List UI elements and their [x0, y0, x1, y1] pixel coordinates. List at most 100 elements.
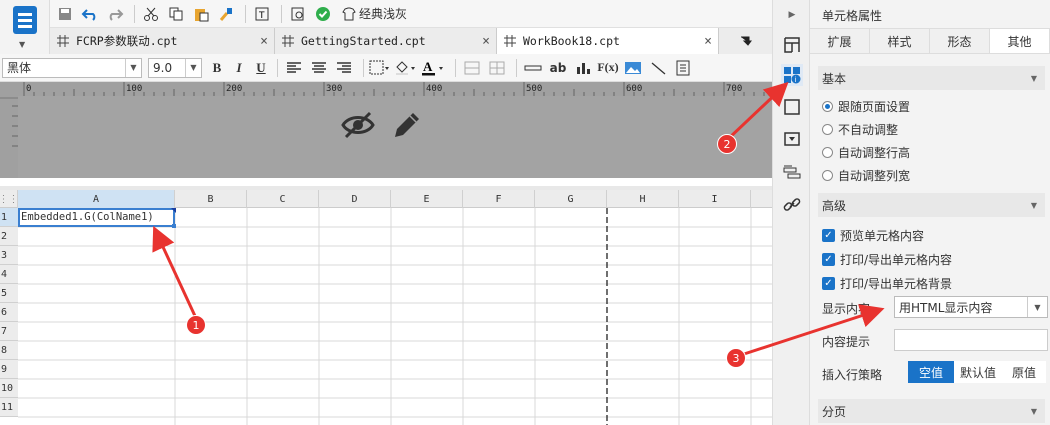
format-brush-icon[interactable] [215, 3, 237, 25]
template-params-icon[interactable]: T [251, 3, 273, 25]
tab-other[interactable]: 其他 [990, 29, 1050, 53]
insert-formula-button[interactable]: F(x) [597, 57, 619, 79]
align-right-icon[interactable] [333, 57, 355, 79]
radio-auto-col-width[interactable]: 自动调整列宽 [822, 167, 910, 184]
checkbox-label: 打印/导出单元格背景 [840, 277, 953, 291]
hidden-eye-icon[interactable] [340, 110, 376, 140]
radio-dot-icon [822, 101, 833, 112]
column-header[interactable]: C [247, 190, 319, 208]
italic-button[interactable]: I [228, 57, 250, 79]
insert-original-option[interactable]: 原值 [1002, 361, 1046, 383]
align-left-icon[interactable] [283, 57, 305, 79]
column-header[interactable]: D [319, 190, 391, 208]
tab-getting-started[interactable]: GettingStarted.cpt × [275, 28, 497, 54]
row-header[interactable]: 6 [0, 303, 18, 322]
align-center-icon[interactable] [308, 57, 330, 79]
select-all-corner[interactable]: ⋮⋮ [0, 190, 19, 208]
row-header[interactable]: 2 [0, 227, 18, 246]
insert-chart-icon[interactable] [572, 57, 594, 79]
radio-auto-row-height[interactable]: 自动调整行高 [822, 144, 910, 161]
chevron-down-icon: ▼ [1030, 201, 1037, 210]
section-basic[interactable]: 基本 ▼ [818, 66, 1045, 90]
checkbox-label: 预览单元格内容 [840, 229, 925, 243]
insert-text-button[interactable]: ab [547, 57, 569, 79]
column-header[interactable]: H [607, 190, 679, 208]
checkbox-print-background[interactable]: ✓ 打印/导出单元格背景 [822, 275, 952, 292]
redo-icon[interactable] [104, 3, 126, 25]
font-size-select[interactable]: 9.0 ▼ [148, 57, 202, 78]
bold-button[interactable]: B [206, 57, 228, 79]
row-header[interactable]: 4 [0, 265, 18, 284]
row-header[interactable]: 10 [0, 379, 18, 398]
cell-attributes-icon[interactable]: i [781, 64, 803, 86]
font-family-select[interactable]: 黑体 ▼ [2, 57, 142, 78]
section-paging[interactable]: 分页 ▼ [818, 399, 1045, 423]
cell-a1[interactable]: Embedded1.G(ColName1) [18, 208, 175, 227]
tab-list-button[interactable] [719, 28, 772, 54]
insert-default-option[interactable]: 默认值 [954, 361, 1002, 383]
column-header[interactable]: I [679, 190, 751, 208]
widget-layout-icon[interactable] [781, 34, 803, 56]
tab-style[interactable]: 样式 [870, 29, 930, 53]
app-menu-chevron-icon[interactable]: ▼ [19, 40, 25, 49]
copy-icon[interactable] [165, 3, 187, 25]
radio-no-auto[interactable]: 不自动调整 [822, 121, 898, 138]
save-icon[interactable] [54, 3, 76, 25]
merge-cells-icon[interactable] [461, 57, 483, 79]
tab-fcrp[interactable]: FCRP参数联动.cpt × [50, 28, 275, 54]
condition-attr-icon[interactable] [781, 162, 803, 184]
check-icon[interactable] [312, 3, 334, 25]
insert-image-icon[interactable] [622, 57, 644, 79]
cut-icon[interactable] [140, 3, 162, 25]
column-header[interactable]: E [391, 190, 463, 208]
fill-handle[interactable] [172, 224, 176, 228]
checkbox-preview-content[interactable]: ✓ 预览单元格内容 [822, 227, 924, 244]
insert-slash-icon[interactable] [647, 57, 669, 79]
ruler-tick-label: 300 [326, 84, 342, 94]
radio-label: 自动调整行高 [838, 146, 911, 160]
preview-icon[interactable] [287, 3, 309, 25]
cell-element-icon[interactable] [781, 96, 803, 118]
column-header[interactable]: B [175, 190, 247, 208]
app-logo-icon[interactable] [13, 6, 37, 34]
split-cells-icon[interactable] [486, 57, 508, 79]
font-size-value: 9.0 [153, 60, 173, 75]
column-header[interactable]: A [18, 190, 175, 208]
insert-subreport-icon[interactable] [672, 57, 694, 79]
checkbox-print-content[interactable]: ✓ 打印/导出单元格内容 [822, 251, 952, 268]
hyperlink-icon[interactable] [781, 194, 803, 216]
radio-dot-icon [822, 147, 833, 158]
edit-pencil-icon[interactable] [392, 110, 422, 140]
row-header[interactable]: 7 [0, 322, 18, 341]
row-header[interactable]: 11 [0, 398, 18, 417]
font-color-icon[interactable]: A [421, 57, 447, 79]
close-icon[interactable]: × [482, 34, 490, 49]
display-content-select[interactable]: 用HTML显示内容 ▼ [894, 296, 1048, 318]
tab-shape[interactable]: 形态 [930, 29, 990, 53]
tooltip-input[interactable] [894, 329, 1048, 351]
undo-icon[interactable] [79, 3, 101, 25]
underline-button[interactable]: U [250, 57, 272, 79]
row-header[interactable]: 3 [0, 246, 18, 265]
column-header-row: ⋮⋮ A B C D E F G H I [0, 190, 772, 208]
radio-follow-page[interactable]: 跟随页面设置 [822, 98, 910, 115]
column-header[interactable]: G [535, 190, 607, 208]
row-header[interactable]: 5 [0, 284, 18, 303]
section-advanced[interactable]: 高级 ▼ [818, 193, 1045, 217]
fill-color-icon[interactable] [394, 57, 418, 79]
theme-button[interactable]: 经典浅灰 [337, 3, 411, 25]
row-header[interactable]: 1 [0, 208, 18, 227]
row-header[interactable]: 8 [0, 341, 18, 360]
insert-line-icon[interactable] [522, 57, 544, 79]
insert-empty-option[interactable]: 空值 [908, 361, 954, 383]
tab-expand[interactable]: 扩展 [810, 29, 870, 53]
tab-workbook18[interactable]: WorkBook18.cpt × [497, 28, 719, 54]
border-icon[interactable] [369, 57, 391, 79]
column-header[interactable]: F [463, 190, 535, 208]
row-header[interactable]: 9 [0, 360, 18, 379]
collapse-arrow-icon[interactable]: ▶ [781, 4, 803, 26]
paste-icon[interactable] [190, 3, 212, 25]
widget-settings-icon[interactable] [781, 128, 803, 150]
close-icon[interactable]: × [260, 34, 268, 49]
close-icon[interactable]: × [704, 34, 712, 49]
